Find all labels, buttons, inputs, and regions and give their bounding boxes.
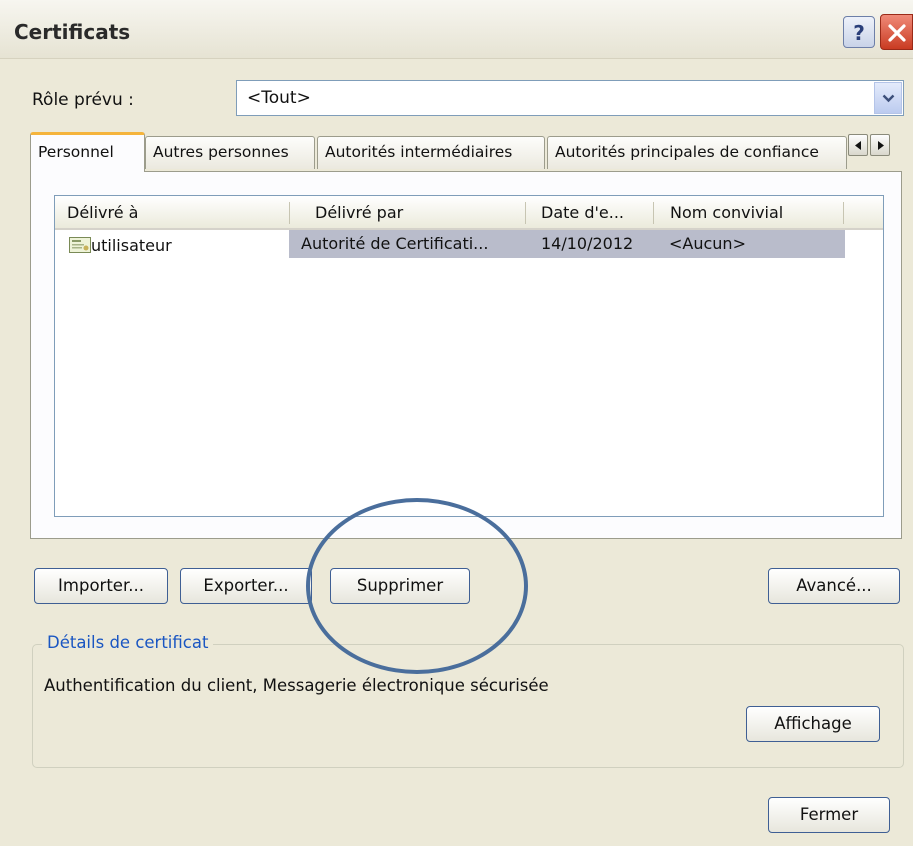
import-button[interactable]: Importer... — [34, 568, 168, 604]
cell-issued-to: utilisateur — [57, 230, 289, 258]
close-button[interactable]: Fermer — [768, 797, 890, 833]
issued-to-text: utilisateur — [91, 236, 172, 255]
column-header-friendly-name[interactable]: Nom convivial — [655, 196, 843, 228]
tab-strip: Autres personnes Autorités intermédiaire… — [30, 132, 900, 172]
tab-scroll-left-button[interactable] — [848, 134, 868, 156]
table-row[interactable]: utilisateur Autorité de Certificati... 1… — [57, 230, 845, 258]
column-header-expiration-date[interactable]: Date d'e... — [527, 196, 653, 228]
export-button[interactable]: Exporter... — [180, 568, 312, 604]
cell-friendly-name: <Aucun> — [669, 234, 746, 253]
dropdown-button[interactable] — [874, 82, 902, 114]
certificate-list[interactable]: Délivré à Délivré par Date d'e... Nom co… — [54, 195, 884, 517]
window-title: Certificats — [14, 20, 131, 44]
column-separator[interactable] — [653, 202, 654, 224]
tab-autorites-intermediaires[interactable]: Autorités intermédiaires — [317, 136, 545, 169]
tab-autorites-principales[interactable]: Autorités principales de confiance — [547, 136, 847, 169]
tab-autres-personnes[interactable]: Autres personnes — [145, 136, 315, 169]
certificate-details-title: Détails de certificat — [42, 633, 214, 652]
chevron-down-icon — [882, 94, 895, 103]
close-icon — [888, 24, 906, 42]
column-separator[interactable] — [289, 202, 290, 224]
role-select-value: <Tout> — [247, 88, 311, 108]
advanced-button[interactable]: Avancé... — [768, 568, 900, 604]
close-window-button[interactable] — [880, 14, 913, 50]
help-button[interactable]: ? — [843, 16, 875, 48]
title-bar[interactable]: Certificats ? — [0, 0, 913, 59]
cell-issued-by: Autorité de Certificati... — [301, 234, 489, 253]
cell-expiration-date: 14/10/2012 — [541, 234, 634, 253]
arrow-left-icon — [855, 141, 861, 150]
column-separator[interactable] — [525, 202, 526, 224]
delete-button[interactable]: Supprimer — [330, 568, 470, 604]
tab-personnel[interactable]: Personnel — [30, 132, 145, 172]
column-header-issued-by[interactable]: Délivré par — [291, 196, 525, 228]
certificate-purposes-text: Authentification du client, Messagerie é… — [44, 676, 549, 695]
column-separator[interactable] — [843, 202, 844, 224]
view-button[interactable]: Affichage — [746, 706, 880, 742]
role-select[interactable]: <Tout> — [236, 80, 904, 116]
list-header: Délivré à Délivré par Date d'e... Nom co… — [55, 196, 883, 230]
arrow-right-icon — [878, 141, 884, 150]
role-label: Rôle prévu : — [32, 90, 134, 110]
tab-scroll-right-button[interactable] — [870, 134, 890, 156]
certificates-dialog: Certificats ? Rôle prévu : <Tout> Autres… — [0, 0, 913, 846]
column-header-issued-to[interactable]: Délivré à — [55, 196, 289, 228]
certificate-icon — [69, 237, 91, 253]
